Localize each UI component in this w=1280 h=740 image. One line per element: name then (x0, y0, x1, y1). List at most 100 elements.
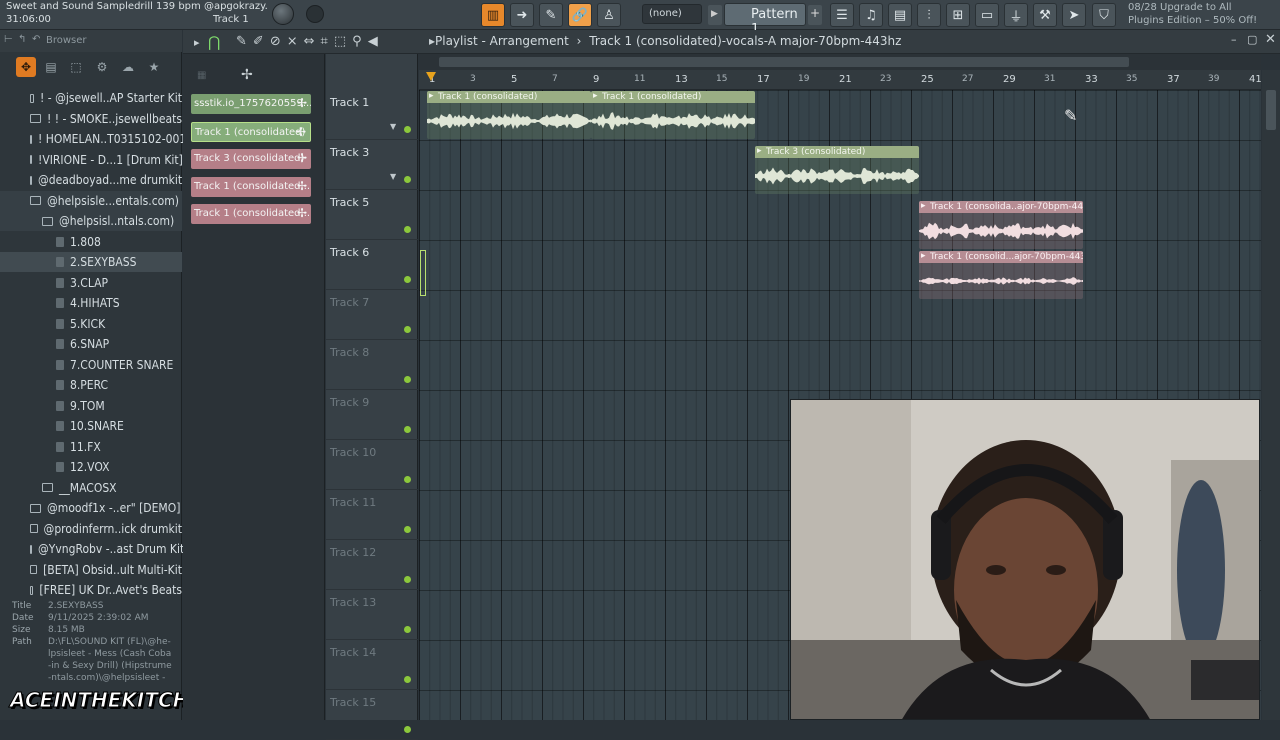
browser-item[interactable]: 6.SNAP (0, 334, 182, 354)
link-button[interactable]: 🔗 (568, 3, 592, 27)
plugin-db-button[interactable]: ⏚ (1004, 3, 1028, 27)
vscroll-thumb[interactable] (1266, 90, 1276, 130)
track-header[interactable]: Track 13 (326, 590, 418, 640)
vertical-scrollbar[interactable] (1262, 70, 1280, 720)
track-collapse-icon[interactable]: ▼ (390, 172, 396, 181)
track-mute-led[interactable] (404, 276, 411, 283)
maximize-icon[interactable]: ▢ (1247, 33, 1257, 46)
browser-item[interactable]: [FREE] UK Dr..Avet's Beats (0, 580, 182, 600)
step-button[interactable]: ➜ (510, 3, 534, 27)
playlist-window-button[interactable]: ☰ (830, 3, 854, 27)
browser-item[interactable]: @deadboyad...me drumkit (0, 170, 182, 190)
delete-tool-icon[interactable]: ⊘ (270, 34, 287, 49)
picker-clip-expand-icon[interactable]: ✢ (297, 179, 307, 193)
browser-item[interactable]: !VIRIONE - D...1 [Drum Kit] (0, 150, 183, 170)
track-header[interactable]: Track 9 (326, 390, 418, 440)
feedback-button[interactable]: ➤ (1062, 3, 1086, 27)
add-pattern-button[interactable]: + (808, 5, 822, 25)
horizontal-scrollbar[interactable] (419, 54, 1261, 70)
track-mute-led[interactable] (404, 676, 411, 683)
browser-pin-icon[interactable]: ↰ (18, 34, 26, 45)
track-mute-led[interactable] (404, 326, 411, 333)
browser-item[interactable]: 3.CLAP (0, 273, 182, 293)
playlist-arrow-icon[interactable]: ▸ (194, 36, 200, 49)
track-header[interactable]: Track 6 (326, 240, 418, 290)
draw-mode-button[interactable]: ✎ (539, 3, 563, 27)
browser-menu-icon[interactable]: ⊢ (4, 34, 13, 45)
piano-roll-button[interactable]: ♫ (859, 3, 883, 27)
pencil-tool-icon[interactable]: ✎ (236, 34, 253, 49)
track-mute-led[interactable] (404, 526, 411, 533)
close-icon[interactable]: ✕ (1265, 32, 1276, 47)
mute-tool-icon[interactable]: ⨯ (287, 34, 304, 49)
browser-plugins-tab[interactable]: ⬚ (66, 57, 86, 77)
picker-clip-expand-icon[interactable]: ✢ (297, 206, 307, 220)
master-volume-knob[interactable] (272, 3, 294, 25)
browser-item[interactable]: ! HOMELAN..T0315102-001 (0, 129, 186, 149)
picker-clip-expand-icon[interactable]: ✢ (296, 125, 306, 139)
playlist-clip[interactable]: Track 1 (consolida..ajor-70bpm-443hz (919, 201, 1083, 249)
browser-item[interactable]: 5.KICK (0, 314, 182, 334)
browser-item[interactable]: ! - @jsewell..AP Starter Kit (0, 88, 182, 108)
track-header[interactable]: Track 5 (326, 190, 418, 240)
picker-clip[interactable]: Track 1 (consolidated) ✢ (191, 121, 311, 142)
browser-item[interactable]: 8.PERC (0, 375, 182, 395)
playlist-view-button[interactable]: ▥ (481, 3, 505, 27)
playlist-clip[interactable]: Track 1 (consolid...ajor-70bpm-443hz (919, 251, 1083, 299)
magnet-icon[interactable]: ⋂ (208, 33, 220, 51)
browser-item[interactable]: 11.FX (0, 437, 182, 457)
playlist-clip[interactable]: Track 3 (consolidated) (755, 146, 919, 194)
mixer-button[interactable]: ⫶ (917, 3, 941, 27)
brush-tool-icon[interactable]: ✐ (253, 34, 270, 49)
browser-item[interactable]: @helpsisl..ntals.com) (0, 211, 182, 231)
track-mute-led[interactable] (404, 476, 411, 483)
picker-clip[interactable]: Track 3 (consolidated) ✢ (191, 149, 311, 169)
playhead-marker[interactable] (426, 72, 436, 81)
minimize-icon[interactable]: – (1231, 33, 1237, 46)
picker-pattern-icon[interactable]: ▦ (197, 70, 206, 81)
browser-samples-tab[interactable]: ⚙ (92, 57, 112, 77)
select-tool-icon[interactable]: ⬚ (334, 34, 352, 49)
metronome-button[interactable]: ♙ (597, 3, 621, 27)
pattern-prev-button[interactable]: ▶ (708, 5, 722, 25)
browser-item[interactable]: @prodinferrn..ick drumkit (0, 519, 182, 539)
tools-button[interactable]: ⚒ (1033, 3, 1057, 27)
shop-button[interactable]: ⛉ (1092, 3, 1116, 27)
track-mute-led[interactable] (404, 176, 411, 183)
picker-clip-expand-icon[interactable]: ✢ (297, 151, 307, 165)
browser-item[interactable]: ! ! - SMOKE..jsewellbeats (0, 109, 182, 129)
browser-item[interactable]: 2.SEXYBASS (0, 252, 182, 272)
browser-item[interactable]: 4.HIHATS (0, 293, 182, 313)
pattern-selector[interactable]: Pattern 1 (724, 3, 806, 37)
browser-item[interactable]: @helpsisle...entals.com) (0, 190, 182, 211)
plugin-picker-button[interactable]: ⊞ (946, 3, 970, 27)
track-mute-led[interactable] (404, 226, 411, 233)
track-mute-led[interactable] (404, 726, 411, 733)
picker-clip-expand-icon[interactable]: ✢ (297, 96, 307, 110)
browser-item[interactable]: 10.SNARE (0, 416, 182, 436)
playlist-clip[interactable]: Track 1 (consolidated) (427, 91, 591, 139)
track-header[interactable]: Track 10 (326, 440, 418, 490)
track-header[interactable]: Track 15 (326, 690, 418, 740)
browser-item[interactable]: 1.808 (0, 232, 182, 252)
browser-favorites-tab[interactable]: ★ (144, 57, 164, 77)
track-header[interactable]: Track 12 (326, 540, 418, 590)
picker-audio-icon[interactable]: ✢ (241, 67, 253, 83)
zoom-tool-icon[interactable]: ⚲ (352, 34, 368, 49)
track-header[interactable]: Track 14 (326, 640, 418, 690)
track-collapse-icon[interactable]: ▼ (390, 122, 396, 131)
track-header[interactable]: Track 8 (326, 340, 418, 390)
browser-cloud-tab[interactable]: ☁ (118, 57, 138, 77)
channel-rack-button[interactable]: ▤ (888, 3, 912, 27)
master-pitch-knob[interactable] (306, 5, 324, 23)
track-header[interactable]: Track 7 (326, 290, 418, 340)
playlist-clip[interactable]: Track 1 (consolidated) (591, 91, 755, 139)
track-mute-led[interactable] (404, 426, 411, 433)
browser-item[interactable]: 12.VOX (0, 457, 182, 477)
browser-item[interactable]: @moodf1x -..er" [DEMO] (0, 498, 182, 518)
picker-clip[interactable]: Track 1 (consolidated... ✢ (191, 204, 311, 224)
snap-select[interactable]: (none) (642, 4, 702, 24)
slip-tool-icon[interactable]: ⇔ (304, 34, 321, 49)
timeline-ruler[interactable]: 1 3 5 7 9 11 13 15 17 19 21 23 25 27 29 31 33 35 37 39 41 (419, 70, 1262, 90)
browser-projects-tab[interactable]: ▤ (41, 57, 61, 77)
